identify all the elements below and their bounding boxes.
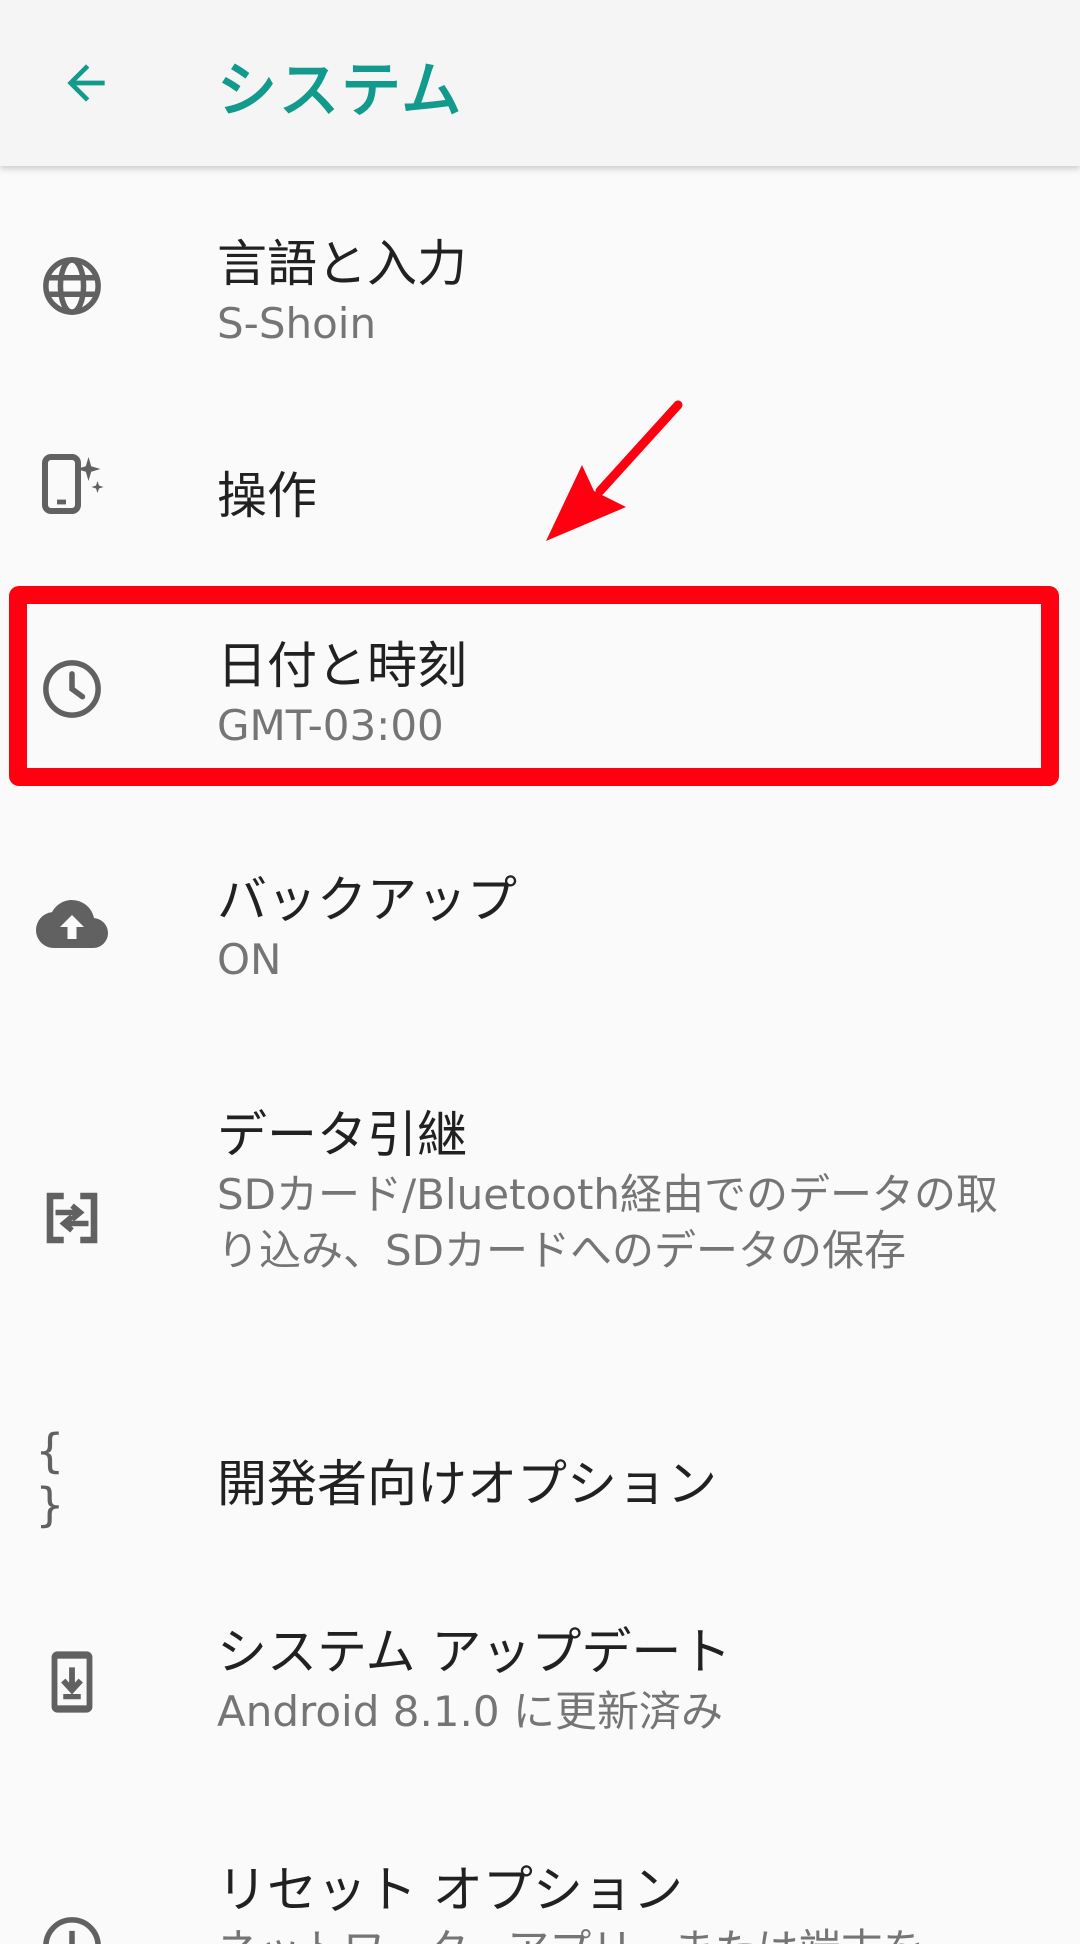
setting-item-backup[interactable]: バックアップ ON (0, 830, 1080, 1020)
page-title: システム (217, 56, 464, 126)
cloud-upload-icon (36, 888, 108, 960)
setting-summary: SDカード/Bluetooth経由でのデータの取り込み、SDカードへのデータの保… (217, 1170, 999, 1275)
setting-title: 言語と入力 (217, 235, 467, 293)
arrow-annotation-icon (546, 400, 683, 541)
arrow-back-icon (67, 64, 105, 102)
transfer-icon (36, 1182, 108, 1254)
setting-summary: S-Shoin (217, 299, 377, 348)
system-update-icon (36, 1646, 108, 1718)
history-icon (36, 1910, 108, 1944)
setting-title: データ引継 (217, 1106, 467, 1164)
setting-item-reset[interactable]: リセット オプション ネットワーク、アプリ、または端末を (0, 1830, 1080, 1944)
back-button[interactable] (48, 45, 124, 121)
setting-title: バックアップ (217, 871, 517, 929)
setting-title: 操作 (217, 467, 317, 525)
setting-summary: ON (217, 935, 282, 984)
braces-icon: { } (36, 1424, 108, 1532)
highlight-box (9, 586, 1059, 786)
setting-item-system-update[interactable]: システム アップデート Android 8.1.0 に更新済み (0, 1600, 1080, 1770)
setting-title: リセット オプション (217, 1861, 683, 1919)
gesture-phone-icon (36, 448, 108, 520)
setting-summary: Android 8.1.0 に更新済み (217, 1687, 723, 1736)
setting-title: システム アップデート (217, 1623, 732, 1681)
setting-item-developer[interactable]: { } 開発者向けオプション (0, 1420, 1080, 1540)
setting-item-data-transfer[interactable]: データ引継 SDカード/Bluetooth経由でのデータの取り込み、SDカードへ… (0, 1070, 1080, 1370)
setting-title: 開発者向けオプション (217, 1455, 717, 1513)
braces-icon-glyph: { } (36, 1424, 64, 1532)
setting-summary: ネットワーク、アプリ、または端末を (217, 1922, 1037, 1944)
setting-item-language[interactable]: 言語と入力 S-Shoin (0, 190, 1080, 390)
app-bar: システム (0, 0, 1080, 166)
globe-icon (36, 250, 108, 322)
